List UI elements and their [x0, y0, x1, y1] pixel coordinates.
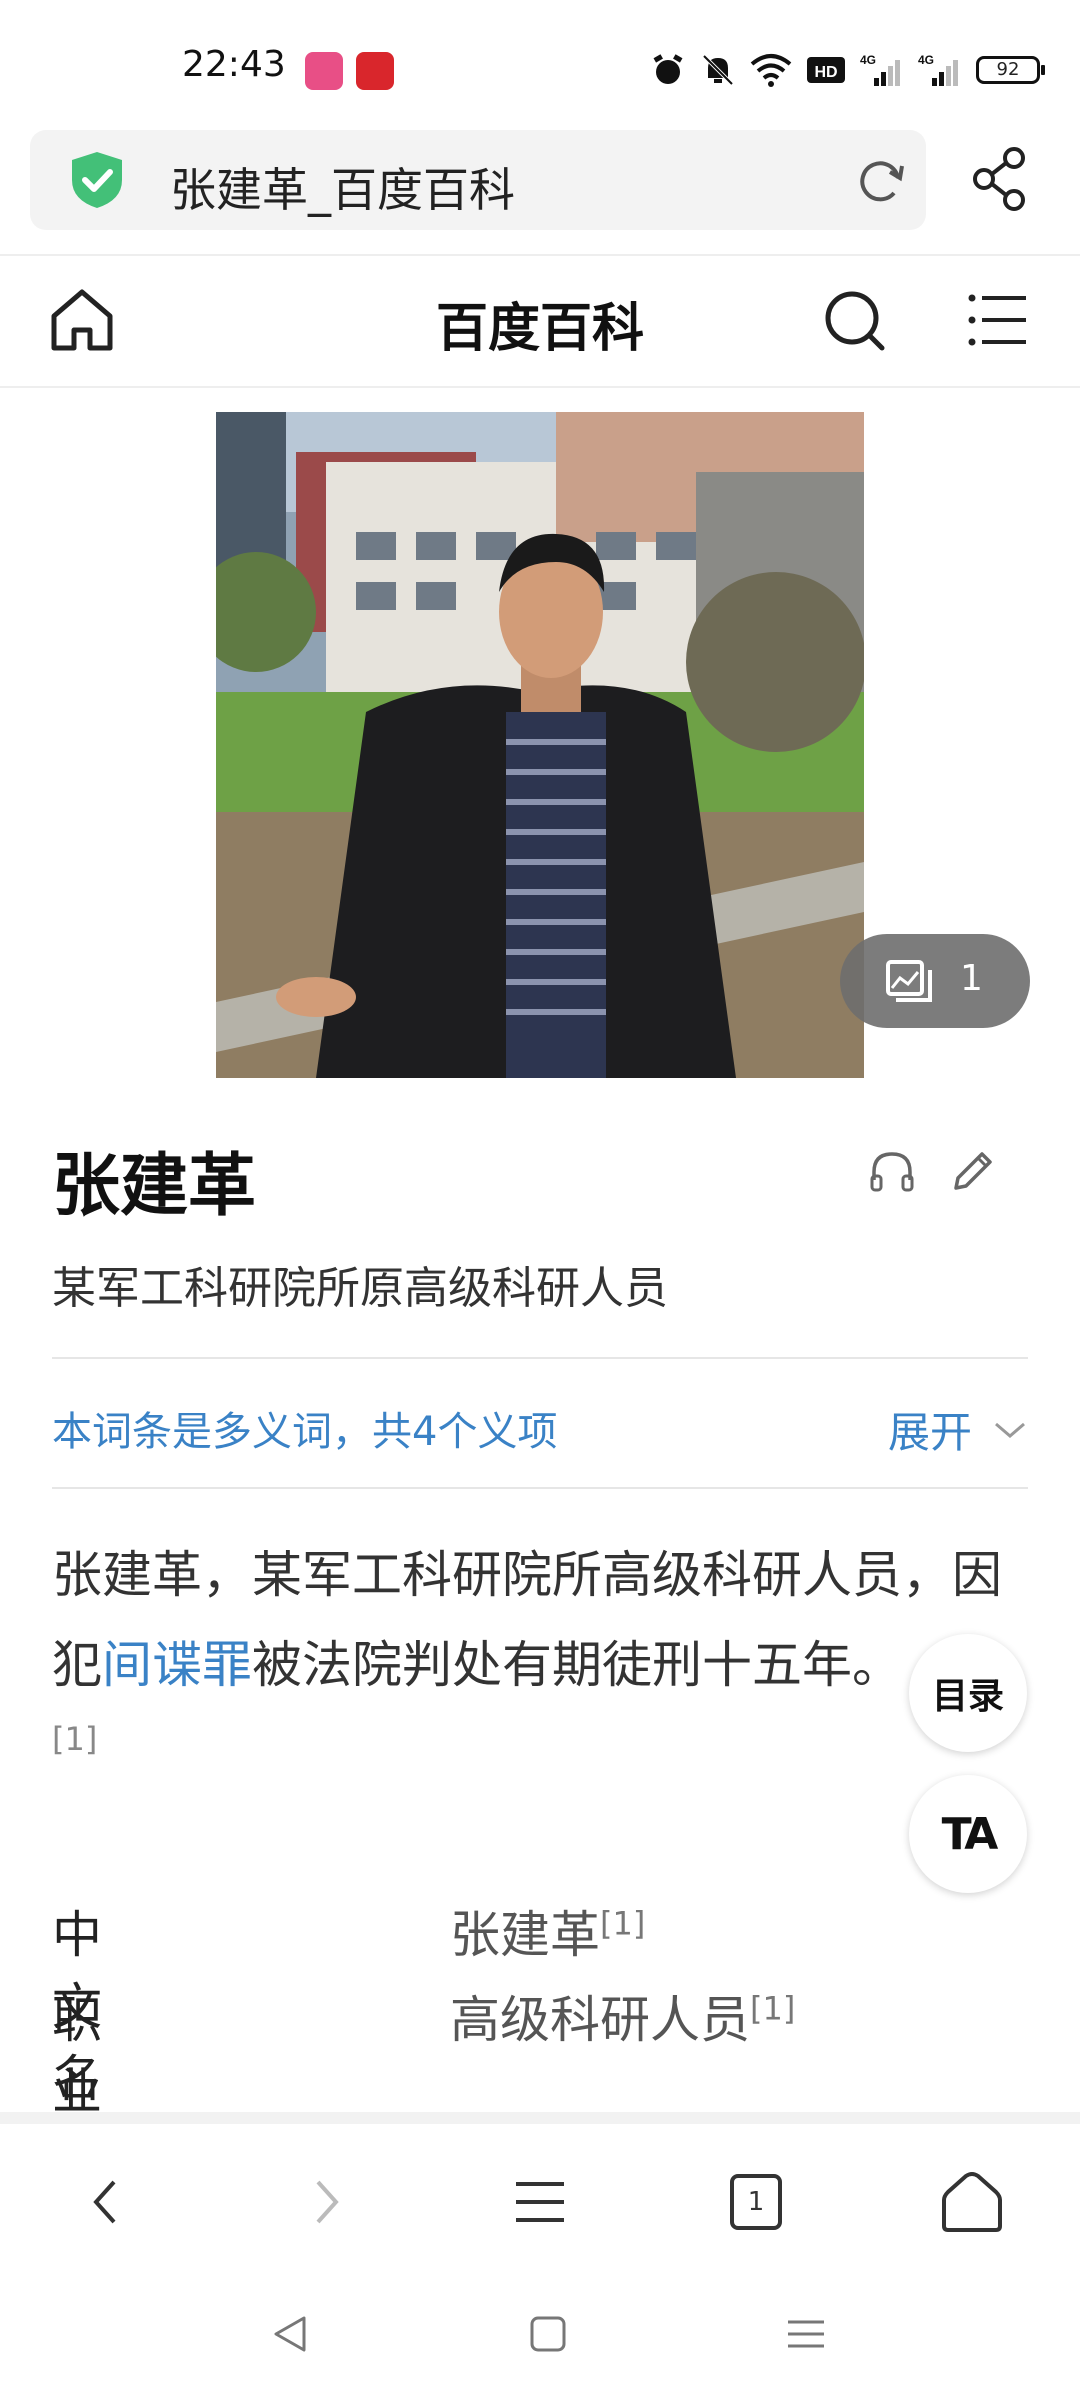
- menu-lines-icon[interactable]: [504, 2166, 576, 2238]
- back-icon[interactable]: [72, 2166, 144, 2238]
- status-time: 22:43: [182, 44, 286, 85]
- secure-shield-icon: [72, 152, 122, 208]
- chevron-down-icon: [995, 1422, 1025, 1438]
- entry-title: 张建革: [52, 1147, 257, 1226]
- status-icons: HD 4G 4G 92: [650, 50, 1045, 90]
- gallery-count: 1: [960, 958, 983, 999]
- share-icon[interactable]: [970, 146, 1030, 212]
- forward-icon[interactable]: [288, 2166, 360, 2238]
- app-notification-icon: [356, 52, 394, 90]
- site-title: 百度百科: [435, 299, 644, 359]
- toc-label: 目录: [931, 1676, 1004, 1717]
- alarm-icon: [653, 54, 683, 84]
- entry-portrait-image[interactable]: [216, 412, 864, 1078]
- status-bar: 22:43 HD 4G 4G 92: [0, 0, 1080, 120]
- infobox-reference[interactable]: [1]: [750, 1989, 795, 2027]
- ta-button[interactable]: TA: [909, 1775, 1027, 1893]
- menu-icon[interactable]: [968, 292, 1028, 348]
- mute-icon: [702, 54, 734, 86]
- table-of-contents-button[interactable]: 目录: [909, 1634, 1027, 1752]
- crime-link[interactable]: 间谍罪: [102, 1636, 252, 1694]
- browser-toolbar: 1: [0, 2124, 1080, 2264]
- svg-text:4G: 4G: [860, 53, 876, 67]
- gallery-icon: [886, 960, 932, 1002]
- edit-pencil-icon[interactable]: [948, 1148, 996, 1196]
- app-notification-icon: [305, 52, 343, 90]
- polysemy-notice[interactable]: 本词条是多义词，共4个义项: [52, 1399, 557, 1457]
- search-icon[interactable]: [824, 290, 886, 352]
- page-title-in-address-bar: 张建革_百度百科: [170, 163, 515, 217]
- infobox-value: 高级科研人员[1]: [450, 1980, 795, 2052]
- tabs-button[interactable]: 1: [720, 2166, 792, 2238]
- polysemy-bar[interactable]: 本词条是多义词，共4个义项 展开: [52, 1357, 1028, 1489]
- infobox-reference[interactable]: [1]: [600, 1904, 645, 1942]
- svg-text:HD: HD: [814, 64, 837, 81]
- infobox-value-text: 张建革: [450, 1906, 600, 1964]
- site-header: 百度百科: [0, 254, 1080, 388]
- entry-summary: 张建革，某军工科研院所高级科研人员，因犯间谍罪被法院判处有期徒刑十五年。: [52, 1530, 1032, 1710]
- expand-button[interactable]: 展开: [888, 1399, 1028, 1460]
- entry-subtitle: 某军工科研院所原高级科研人员: [52, 1263, 668, 1314]
- tab-count: 1: [730, 2174, 782, 2230]
- signal-4g-icon: 4G: [918, 53, 958, 86]
- refresh-icon[interactable]: [856, 156, 906, 206]
- system-home-icon[interactable]: [524, 2310, 572, 2358]
- system-navigation-bar: [0, 2264, 1080, 2400]
- headphones-icon[interactable]: [868, 1148, 916, 1196]
- system-back-icon[interactable]: [266, 2310, 314, 2358]
- battery-level: 92: [996, 59, 1020, 80]
- signal-4g-icon: 4G: [860, 53, 900, 86]
- infobox-value: 张建革[1]: [450, 1895, 645, 1967]
- battery-indicator: 92: [976, 56, 1045, 84]
- summary-text: 被法院判处有期徒刑十五年。: [252, 1636, 902, 1694]
- address-bar[interactable]: 张建革_百度百科: [30, 130, 926, 230]
- gallery-button[interactable]: 1: [840, 934, 1030, 1028]
- infobox-key: 职业: [52, 1991, 102, 2121]
- expand-label: 展开: [887, 1408, 972, 1457]
- hd-icon: HD: [807, 57, 845, 83]
- infobox-value-text: 高级科研人员: [450, 1991, 750, 2049]
- home-toolbar-icon[interactable]: [936, 2166, 1008, 2238]
- svg-text:4G: 4G: [918, 53, 934, 67]
- system-recents-icon[interactable]: [782, 2310, 830, 2358]
- summary-reference[interactable]: [1]: [52, 1720, 97, 1758]
- ta-label: TA: [941, 1808, 999, 1860]
- toolbar-divider: [0, 2112, 1080, 2124]
- wifi-icon: [750, 54, 792, 87]
